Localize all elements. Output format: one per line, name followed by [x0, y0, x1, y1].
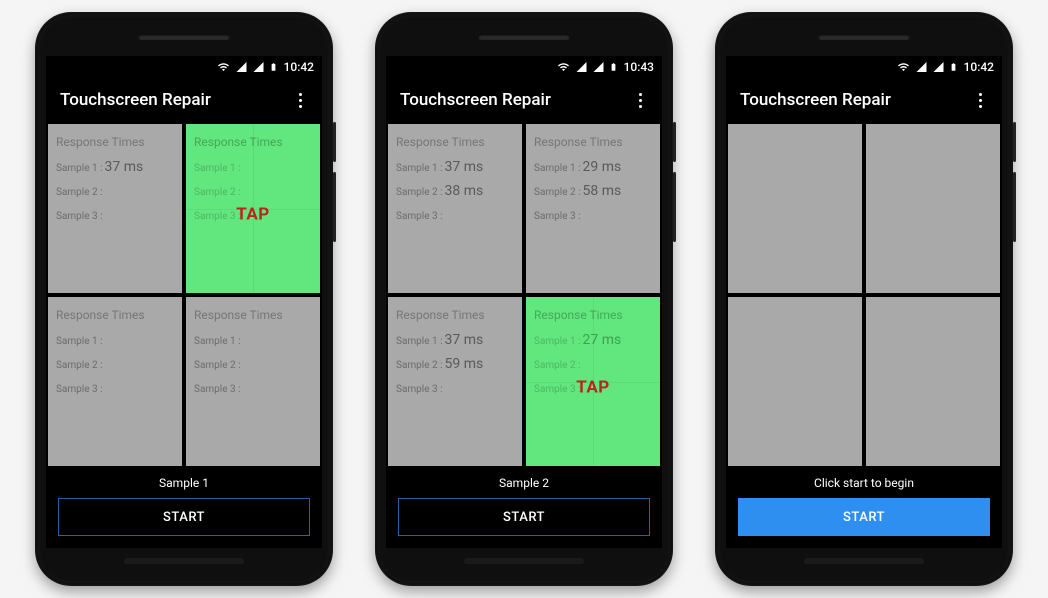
- signal-icon: [915, 61, 928, 73]
- quadrant-header: Response Times: [396, 132, 514, 152]
- status-label: Sample 2: [398, 476, 650, 490]
- quadrant-header: Response Times: [194, 132, 312, 152]
- quadrant-top-right[interactable]: Response Times Sample 1 :29 ms Sample 2 …: [526, 124, 660, 293]
- quadrant-top-right[interactable]: Response Times Sample 1 : Sample 2 : Sam…: [186, 124, 320, 293]
- status-label: Click start to begin: [738, 476, 990, 490]
- app-title: Touchscreen Repair: [60, 90, 211, 110]
- wifi-icon: [216, 61, 231, 73]
- app-title: Touchscreen Repair: [740, 90, 891, 110]
- quadrant-top-left[interactable]: Response Times Sample 1 :37 ms Sample 2 …: [48, 124, 182, 293]
- quadrant-header: Response Times: [56, 132, 174, 152]
- quadrant-top-right[interactable]: Response Times Sample 1 : Sample 2 : Sam…: [866, 124, 1000, 293]
- app-bar: Touchscreen Repair: [386, 78, 662, 122]
- start-button[interactable]: START: [738, 498, 990, 536]
- quadrant-grid: Response Times Sample 1 :37 ms Sample 2 …: [46, 122, 322, 466]
- footer-area: Sample 2 START: [386, 466, 662, 548]
- phone-speaker: [818, 34, 910, 40]
- status-bar: 10:42: [46, 56, 322, 78]
- start-button[interactable]: START: [398, 498, 650, 536]
- phone-chin: [45, 548, 323, 574]
- phone-frame: 10:42 Touchscreen Repair Response Times …: [35, 12, 333, 586]
- signal-icon: [252, 61, 265, 73]
- footer-area: Sample 1 START: [46, 466, 322, 548]
- quadrant-header: Response Times: [534, 305, 652, 325]
- battery-icon: [269, 60, 278, 74]
- phone-speaker: [478, 34, 570, 40]
- wifi-icon: [896, 61, 911, 73]
- app-bar: Touchscreen Repair: [46, 78, 322, 122]
- phone-chin: [385, 548, 663, 574]
- quadrant-header: Response Times: [56, 305, 174, 325]
- signal-icon: [575, 61, 588, 73]
- quadrant-header: Response Times: [194, 305, 312, 325]
- hardware-button: [1013, 172, 1016, 242]
- clock-text: 10:43: [624, 60, 654, 74]
- wifi-icon: [556, 61, 571, 73]
- quadrant-header: Response Times: [534, 132, 652, 152]
- battery-icon: [949, 60, 958, 74]
- quadrant-grid: Response Times Sample 1 : Sample 2 : Sam…: [726, 122, 1002, 466]
- quadrant-bottom-right[interactable]: Response Times Sample 1 : Sample 2 : Sam…: [186, 297, 320, 466]
- phone-frame: 10:42 Touchscreen Repair Response Times …: [715, 12, 1013, 586]
- signal-icon: [592, 61, 605, 73]
- quadrant-top-left[interactable]: Response Times Sample 1 : Sample 2 : Sam…: [728, 124, 862, 293]
- phone-frame: 10:43 Touchscreen Repair Response Times …: [375, 12, 673, 586]
- signal-icon: [235, 61, 248, 73]
- phone-speaker: [138, 34, 230, 40]
- phone-chin: [725, 548, 1003, 574]
- status-bar: 10:42: [726, 56, 1002, 78]
- hardware-button: [333, 122, 336, 162]
- phone-screen: 10:42 Touchscreen Repair Response Times …: [726, 56, 1002, 548]
- battery-icon: [609, 60, 618, 74]
- app-title: Touchscreen Repair: [400, 90, 551, 110]
- overflow-menu-icon[interactable]: [970, 90, 990, 110]
- start-button[interactable]: START: [58, 498, 310, 536]
- hardware-button: [1013, 122, 1016, 162]
- clock-text: 10:42: [284, 60, 314, 74]
- quadrant-bottom-left[interactable]: Response Times Sample 1 : Sample 2 : Sam…: [728, 297, 862, 466]
- hardware-button: [673, 122, 676, 162]
- footer-area: Click start to begin START: [726, 466, 1002, 548]
- quadrant-bottom-right[interactable]: Response Times Sample 1 :27 ms Sample 2 …: [526, 297, 660, 466]
- status-bar: 10:43: [386, 56, 662, 78]
- app-bar: Touchscreen Repair: [726, 78, 1002, 122]
- quadrant-header: Response Times: [396, 305, 514, 325]
- quadrant-bottom-left[interactable]: Response Times Sample 1 :37 ms Sample 2 …: [388, 297, 522, 466]
- hardware-button: [673, 172, 676, 242]
- signal-icon: [932, 61, 945, 73]
- hardware-button: [333, 172, 336, 242]
- overflow-menu-icon[interactable]: [630, 90, 650, 110]
- clock-text: 10:42: [964, 60, 994, 74]
- quadrant-top-left[interactable]: Response Times Sample 1 :37 ms Sample 2 …: [388, 124, 522, 293]
- quadrant-bottom-left[interactable]: Response Times Sample 1 : Sample 2 : Sam…: [48, 297, 182, 466]
- status-label: Sample 1: [58, 476, 310, 490]
- overflow-menu-icon[interactable]: [290, 90, 310, 110]
- quadrant-bottom-right[interactable]: Response Times Sample 1 : Sample 2 : Sam…: [866, 297, 1000, 466]
- phone-screen: 10:43 Touchscreen Repair Response Times …: [386, 56, 662, 548]
- phone-screen: 10:42 Touchscreen Repair Response Times …: [46, 56, 322, 548]
- quadrant-grid: Response Times Sample 1 :37 ms Sample 2 …: [386, 122, 662, 466]
